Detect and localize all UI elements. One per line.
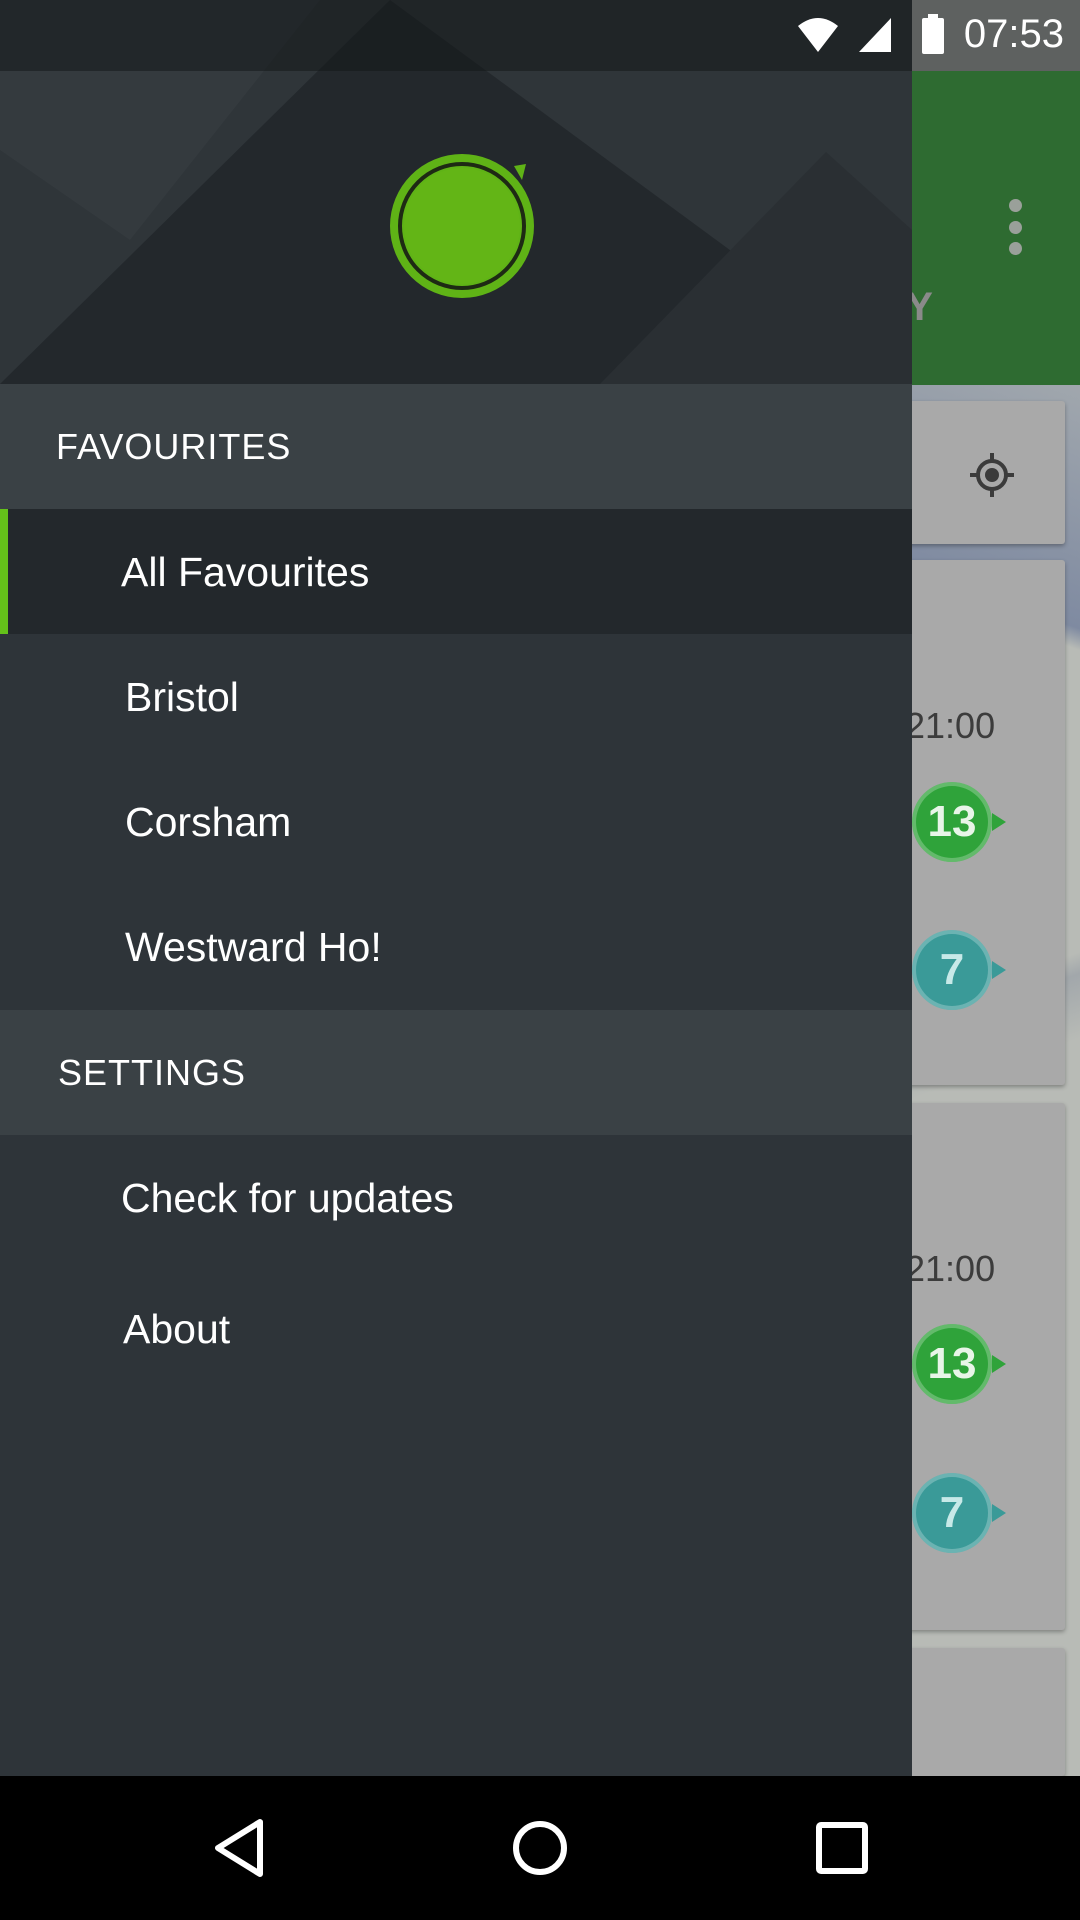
battery-icon <box>922 14 944 54</box>
back-button[interactable] <box>190 1798 290 1898</box>
signal-icon <box>859 18 891 52</box>
app-logo-icon <box>390 154 534 298</box>
menu-item-corsham[interactable]: Corsham <box>0 759 912 884</box>
section-header-favourites: FAVOURITES <box>0 384 912 509</box>
status-time: 07:53 <box>963 12 1064 56</box>
menu-item-all-favourites[interactable]: All Favourites <box>0 509 912 634</box>
home-button[interactable] <box>490 1798 590 1898</box>
menu-item-label: Westward Ho! <box>125 924 382 970</box>
wifi-icon <box>798 18 838 52</box>
badge-pointer <box>992 813 1006 831</box>
menu-item-check-for-updates[interactable]: Check for updates <box>0 1135 912 1260</box>
menu-item-about[interactable]: About <box>0 1260 912 1385</box>
menu-item-label: Bristol <box>125 674 239 720</box>
count-badge: 13 <box>912 1324 992 1404</box>
menu-item-bristol[interactable]: Bristol <box>0 634 912 759</box>
recents-icon <box>816 1822 868 1874</box>
home-icon <box>513 1821 567 1875</box>
badge-pointer <box>992 961 1006 979</box>
system-navigation-bar <box>0 1776 1080 1920</box>
badge-pointer <box>992 1355 1006 1373</box>
menu-item-label: All Favourites <box>121 549 370 595</box>
badge-pointer <box>992 1504 1006 1522</box>
section-label: SETTINGS <box>58 1052 247 1093</box>
card-time: 21:00 <box>905 705 996 746</box>
menu-item-label: About <box>123 1306 231 1352</box>
navigation-drawer[interactable]: FAVOURITES All Favourites Bristol Corsha… <box>0 0 912 1776</box>
card-time: 21:00 <box>905 1248 996 1289</box>
section-header-settings: SETTINGS <box>0 1010 912 1135</box>
status-bar: 07:53 <box>0 0 1080 71</box>
recents-button[interactable] <box>792 1798 892 1898</box>
count-badge: 7 <box>912 1473 992 1553</box>
menu-item-label: Check for updates <box>121 1175 454 1221</box>
section-label: FAVOURITES <box>56 426 292 467</box>
back-icon <box>215 1819 263 1877</box>
my-location-icon[interactable] <box>968 451 1016 499</box>
count-badge: 13 <box>912 782 992 862</box>
menu-item-label: Corsham <box>125 799 292 845</box>
overflow-menu-icon[interactable] <box>990 199 1040 255</box>
menu-item-westward-ho[interactable]: Westward Ho! <box>0 884 912 1009</box>
forecast-card[interactable] <box>895 1648 1065 1776</box>
selected-indicator <box>0 509 8 634</box>
count-badge: 7 <box>912 930 992 1010</box>
